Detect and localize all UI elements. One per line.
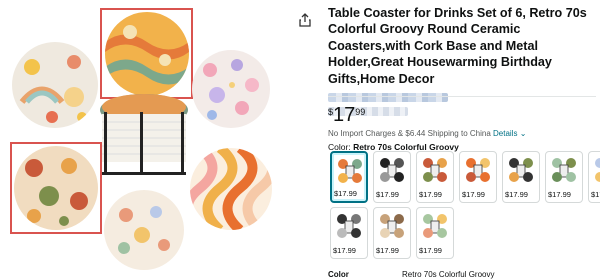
coaster-peace-rainbow bbox=[12, 42, 98, 128]
color-swatch[interactable]: $17.99 bbox=[330, 151, 368, 203]
coaster-pastel-flowers bbox=[192, 50, 270, 128]
swatch-thumbnail bbox=[463, 155, 493, 185]
swatch-thumbnail bbox=[549, 155, 579, 185]
swatch-thumbnail bbox=[377, 211, 407, 241]
store-link-blurred[interactable] bbox=[328, 93, 448, 103]
swatch-thumbnail bbox=[592, 155, 600, 185]
swatch-price: $17.99 bbox=[462, 190, 485, 199]
swatch-price: $17.99 bbox=[505, 190, 528, 199]
shipping-info: No Import Charges & $6.44 Shipping to Ch… bbox=[328, 129, 526, 138]
coaster-holder-stack bbox=[96, 92, 192, 180]
share-icon[interactable] bbox=[298, 13, 312, 27]
color-swatch[interactable]: $17.99 bbox=[330, 207, 368, 259]
shipping-text: No Import Charges & $6.44 Shipping to Ch… bbox=[328, 129, 491, 138]
swatch-price: $17.99 bbox=[333, 246, 356, 255]
color-swatch[interactable]: $17.99 bbox=[416, 151, 454, 203]
color-swatch[interactable]: $17.99 bbox=[502, 151, 540, 203]
product-title: Table Coaster for Drinks Set of 6, Retro… bbox=[328, 6, 587, 86]
swatch-price: $17.99 bbox=[376, 190, 399, 199]
color-swatch[interactable]: $17.99 bbox=[373, 207, 411, 259]
coaster-retro-waves bbox=[190, 148, 272, 230]
swatch-thumbnail bbox=[335, 156, 365, 186]
shipping-details-link[interactable]: Details bbox=[493, 129, 517, 138]
swatch-price: $17.99 bbox=[334, 189, 357, 198]
price-whole: 17 bbox=[333, 104, 356, 126]
color-swatch[interactable]: $17.99 bbox=[588, 151, 600, 203]
color-swatch[interactable]: $17.99 bbox=[545, 151, 583, 203]
color-swatch[interactable]: $17.99 bbox=[459, 151, 497, 203]
swatch-price: $17.99 bbox=[591, 190, 600, 199]
product-image-gallery[interactable] bbox=[0, 0, 292, 278]
swatch-price: $17.99 bbox=[548, 190, 571, 199]
swatch-thumbnail bbox=[420, 155, 450, 185]
highlight-frame-bottom bbox=[10, 142, 102, 234]
swatch-price: $17.99 bbox=[419, 246, 442, 255]
swatch-thumbnail bbox=[506, 155, 536, 185]
swatch-thumbnail bbox=[334, 211, 364, 241]
swatch-thumbnail bbox=[420, 211, 450, 241]
color-swatch[interactable]: $17.99 bbox=[373, 151, 411, 203]
highlight-frame-top bbox=[100, 8, 193, 99]
swatch-thumbnail bbox=[377, 155, 407, 185]
coaster-mushrooms-beige bbox=[104, 190, 184, 270]
product-details: Table Coaster for Drinks Set of 6, Retro… bbox=[328, 0, 596, 117]
color-swatch[interactable]: $17.99 bbox=[416, 207, 454, 259]
swatch-price: $17.99 bbox=[376, 246, 399, 255]
swatch-price: $17.99 bbox=[419, 190, 442, 199]
chevron-down-icon[interactable]: ⌄ bbox=[520, 129, 527, 138]
divider bbox=[328, 96, 596, 97]
price: $ 17 99 bbox=[328, 104, 365, 126]
price-fraction: 99 bbox=[355, 107, 366, 117]
